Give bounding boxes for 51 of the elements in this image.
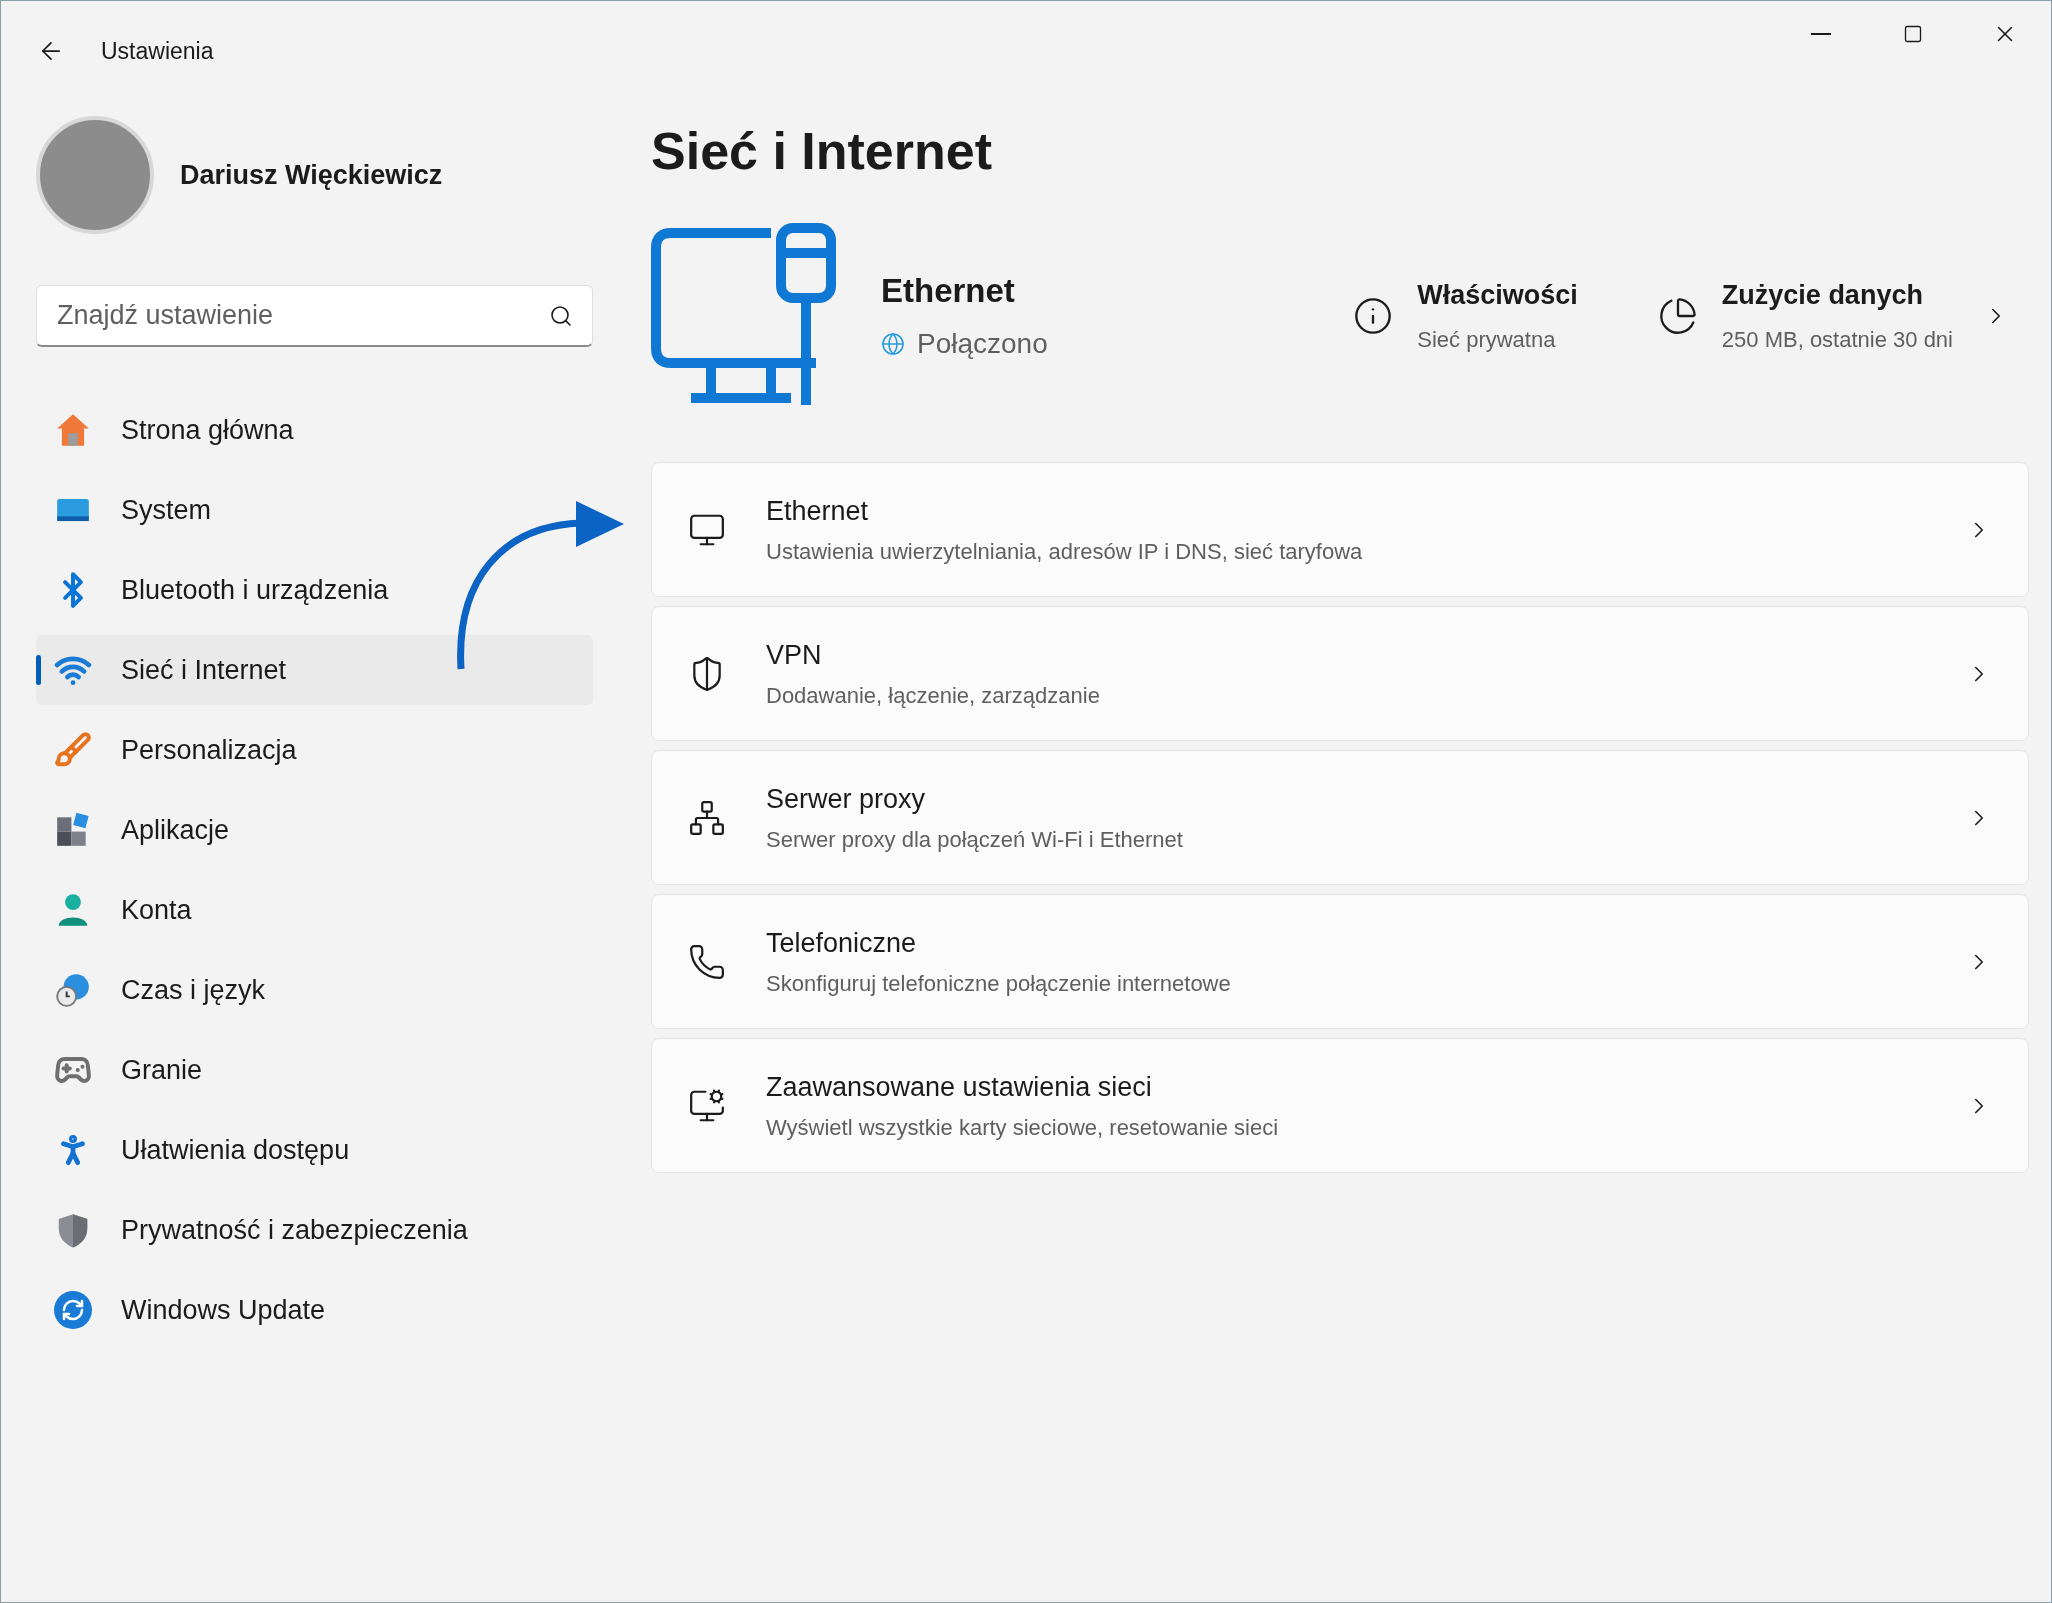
phone-icon	[688, 942, 726, 981]
card-subtitle: Skonfiguruj telefoniczne połączenie internetowe	[766, 970, 1231, 999]
connection-name: Ethernet	[881, 270, 1016, 311]
sidebar-item[interactable]: Czas i język	[36, 955, 284, 1025]
globe-clock-icon	[54, 971, 92, 1009]
network-icon	[688, 798, 726, 837]
search-field[interactable]: Znajdź ustawienie	[36, 285, 593, 347]
card-subtitle: Dodawanie, łączenie, zarządzanie	[766, 682, 1100, 711]
pie-chart-icon[interactable]	[1657, 295, 1698, 336]
window-title: Ustawienia	[101, 36, 214, 66]
user-name: Dariusz Więckiewicz	[180, 158, 443, 192]
card-title: Telefoniczne	[766, 926, 918, 960]
data-usage-title[interactable]: Zużycie danych	[1721, 274, 1953, 316]
settings-card[interactable]: VPN Dodawanie, łączenie, zarządzanie	[651, 606, 2029, 741]
card-title: Zaawansowane ustawienia sieci	[766, 1070, 1153, 1104]
card-title: Ethernet	[766, 494, 870, 528]
refresh-icon	[54, 1291, 92, 1329]
settings-card[interactable]: Zaawansowane ustawienia sieci Wyświetl wszystkie karty sieciowe, resetowanie sieci	[651, 1038, 2029, 1173]
sidebar-item[interactable]: Personalizacja	[36, 715, 315, 785]
sidebar-item[interactable]: Ułatwienia dostępu	[36, 1115, 368, 1185]
settings-card[interactable]: Serwer proxy Serwer proxy dla połączeń Wi-Fi i Ethernet	[651, 750, 2029, 885]
apps-icon	[54, 811, 92, 849]
sidebar-item[interactable]: Sieć i Internet	[36, 635, 593, 705]
connection-status: Połączono	[917, 327, 1048, 362]
brush-icon	[54, 731, 92, 769]
card-subtitle: Serwer proxy dla połączeń Wi-Fi i Ethernet	[766, 826, 1183, 855]
sidebar-item[interactable]: System	[36, 475, 230, 545]
card-subtitle: Wyświetl wszystkie karty sieciowe, resetowanie sieci	[766, 1114, 1279, 1143]
sidebar-item[interactable]: Strona główna	[36, 395, 312, 465]
card-title: VPN	[766, 638, 823, 672]
page-title: Sieć i Internet	[651, 121, 993, 182]
properties-title[interactable]: Właściwości	[1417, 274, 1578, 316]
globe-icon	[881, 332, 905, 357]
settings-card[interactable]: Ethernet Ustawienia uwierzytelniania, adresów IP i DNS, sieć taryfowa	[651, 462, 2029, 597]
sidebar-item[interactable]: Aplikacje	[36, 795, 248, 865]
data-usage-subtitle: 250 MB, ostatnie 30 dni	[1721, 326, 1953, 355]
sidebar-item[interactable]: Prywatność i zabezpieczenia	[36, 1195, 486, 1265]
card-title: Serwer proxy	[766, 782, 927, 816]
sidebar-item[interactable]: Konta	[36, 875, 210, 945]
sidebar-item[interactable]: Bluetooth i urządzenia	[36, 555, 407, 625]
sidebar-item[interactable]: Windows Update	[36, 1275, 344, 1345]
sidebar-item[interactable]: Granie	[36, 1035, 221, 1105]
maximize-icon	[1903, 24, 1923, 44]
search-icon	[549, 304, 573, 328]
properties-subtitle: Sieć prywatna	[1417, 326, 1557, 355]
settings-card[interactable]: Telefoniczne Skonfiguruj telefoniczne połączenie internetowe	[651, 894, 2029, 1029]
card-subtitle: Ustawienia uwierzytelniania, adresów IP i DNS, sieć taryfowa	[766, 538, 1363, 567]
computer-ethernet-icon	[651, 223, 836, 408]
selection-indicator	[36, 655, 41, 685]
minimize-icon	[1811, 33, 1831, 35]
info-icon[interactable]	[1353, 295, 1394, 336]
